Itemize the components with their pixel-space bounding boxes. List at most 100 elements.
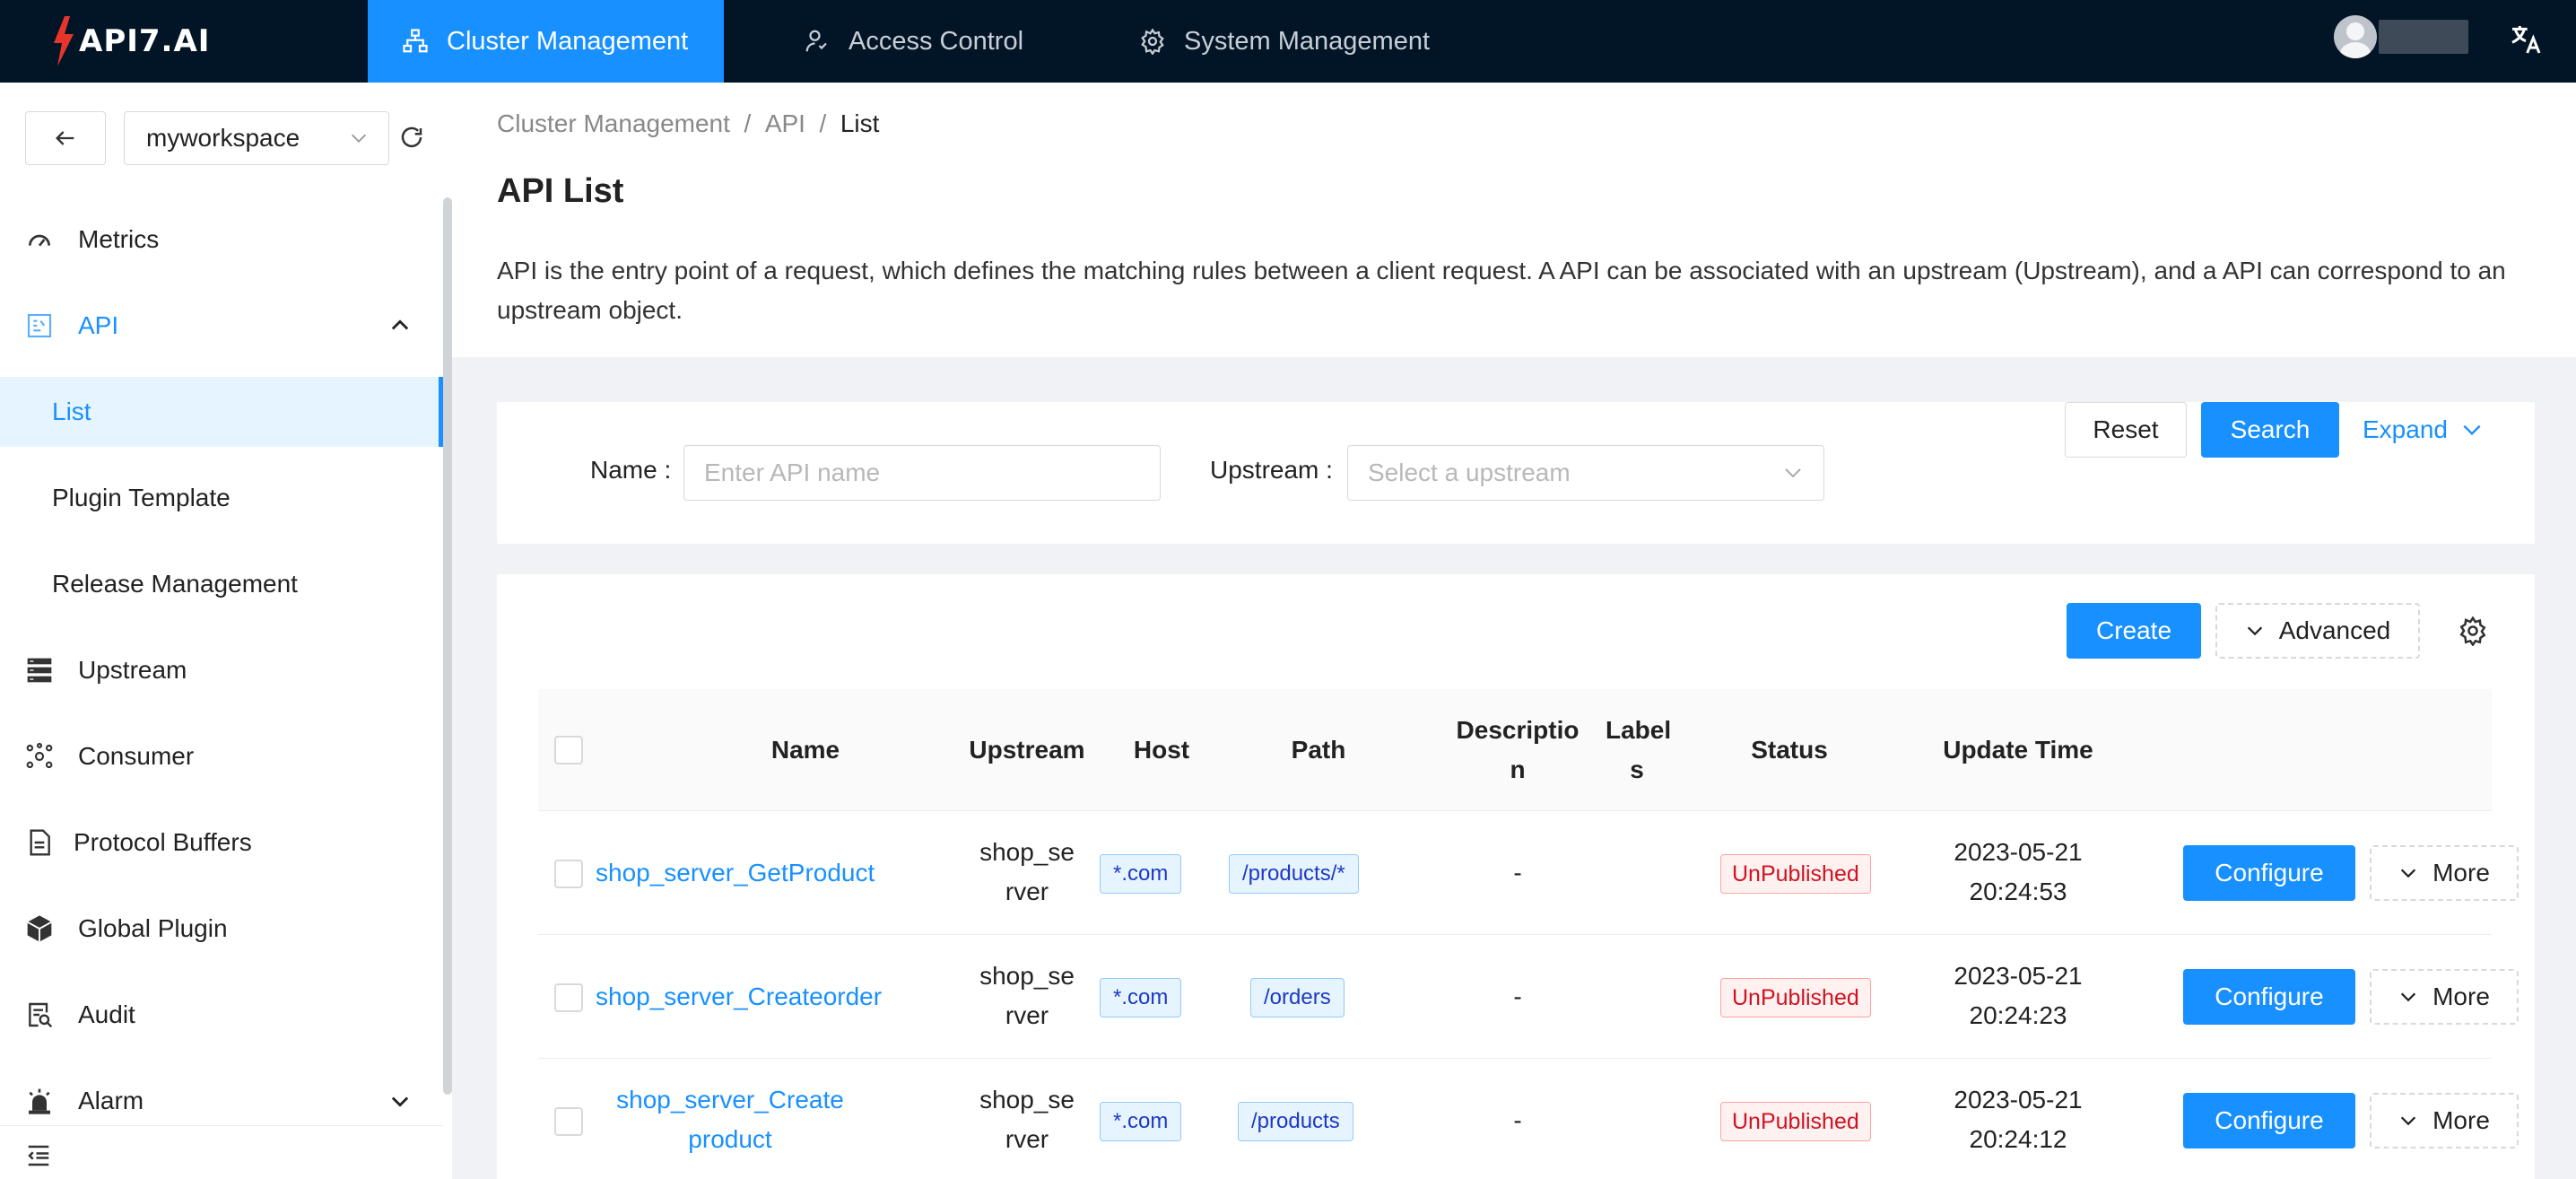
more-button[interactable]: More (2370, 845, 2519, 901)
sidebar-item-metrics[interactable]: Metrics (0, 205, 443, 275)
breadcrumb-item-api[interactable]: API (765, 109, 805, 138)
sidebar-item-protocol-buffers[interactable]: Protocol Buffers (0, 808, 443, 878)
sidebar-item-upstream[interactable]: Upstream (0, 635, 443, 705)
username-redacted[interactable] (2379, 20, 2468, 54)
tab-label: Cluster Management (447, 26, 689, 56)
back-button[interactable] (25, 111, 106, 165)
more-button[interactable]: More (2370, 969, 2519, 1025)
chevron-up-icon (391, 319, 409, 330)
breadcrumb-separator: / (729, 109, 765, 137)
file-icon (30, 829, 50, 856)
tab-cluster-management[interactable]: Cluster Management (368, 0, 724, 83)
search-button[interactable]: Search (2201, 402, 2339, 458)
top-navbar: API7.AI Cluster Management Access Contro… (0, 0, 2576, 83)
api-icon (27, 313, 52, 338)
api-name-link[interactable]: shop_server_GetProduct (596, 853, 875, 893)
api-name-link[interactable]: shop_server_Createorder (596, 977, 882, 1017)
sidebar-item-api[interactable]: API (0, 291, 443, 361)
column-header-host[interactable]: Host (1112, 730, 1211, 770)
name-input[interactable]: Enter API name (683, 445, 1161, 501)
workspace-select[interactable]: myworkspace (124, 111, 389, 165)
upstream-cell: shop_server (979, 962, 1075, 1029)
sidebar-item-label: Global Plugin (78, 914, 228, 942)
sidebar-item-label: API (78, 311, 119, 339)
configure-button[interactable]: Configure (2183, 969, 2355, 1025)
bolt-logo-icon (54, 16, 74, 66)
sidebar-item-global-plugin[interactable]: Global Plugin (0, 894, 443, 964)
upstream-label: Upstream : (1210, 456, 1333, 484)
update-time-cell: 2023-05-21 20:24:23 (1910, 956, 2126, 1035)
row-checkbox[interactable] (554, 983, 583, 1012)
collapse-menu-icon[interactable] (25, 1142, 52, 1169)
sidebar-item-label: Audit (78, 1000, 135, 1028)
more-label: More (2432, 1106, 2490, 1134)
expand-button[interactable]: Expand (2363, 402, 2542, 458)
audit-icon (29, 1002, 53, 1028)
more-label: More (2432, 982, 2490, 1010)
status-badge: UnPublished (1720, 978, 1871, 1017)
create-button[interactable]: Create (2067, 603, 2201, 659)
refresh-icon[interactable] (398, 124, 425, 151)
cluster-icon (403, 29, 428, 53)
tab-access-control[interactable]: Access Control (804, 0, 1023, 83)
filter-form: Name : Enter API name Upstream : Select … (497, 402, 2535, 544)
logo[interactable]: API7.AI (50, 13, 210, 70)
column-header-update-time[interactable]: Update Time (1910, 730, 2126, 770)
page-header: Cluster Management / API / List API List… (452, 83, 2576, 357)
configure-button[interactable]: Configure (2183, 1093, 2355, 1148)
advanced-button[interactable]: Advanced (2215, 603, 2420, 659)
chevron-down-icon (2400, 869, 2416, 878)
path-tag: /orders (1250, 978, 1345, 1017)
logo-text: API7.AI (79, 23, 211, 59)
breadcrumb-item-cluster-management[interactable]: Cluster Management (497, 109, 730, 138)
translate-icon[interactable] (2508, 22, 2544, 57)
chevron-down-icon (2463, 424, 2481, 436)
host-tag: *.com (1100, 1102, 1182, 1141)
more-button[interactable]: More (2370, 1093, 2519, 1148)
cube-icon (27, 915, 52, 942)
sidebar-item-list[interactable]: List (0, 377, 443, 447)
column-header-labels[interactable]: Label s (1606, 711, 1671, 790)
column-header-upstream[interactable]: Upstream (960, 730, 1094, 770)
sidebar-item-release-management[interactable]: Release Management (0, 549, 443, 619)
tab-label: Access Control (849, 26, 1024, 56)
row-checkbox[interactable] (554, 1107, 583, 1136)
update-date: 2023-05-21 (1954, 838, 2083, 866)
arrow-left-icon (56, 131, 74, 145)
column-header-status[interactable]: Status (1713, 730, 1866, 770)
table-row: shop_server_GetProduct shop_server *.com… (538, 811, 2519, 935)
expand-label: Expand (2363, 415, 2448, 443)
column-header-description[interactable]: Descriptio n (1455, 711, 1580, 790)
column-header-path[interactable]: Path (1229, 730, 1408, 770)
consumer-icon (26, 742, 53, 769)
sidebar-item-label: Protocol Buffers (74, 828, 252, 856)
configure-button[interactable]: Configure (2183, 845, 2355, 901)
update-time-cell: 2023-05-21 20:24:53 (1910, 833, 2126, 912)
avatar[interactable] (2334, 15, 2377, 58)
settings-gear-icon[interactable] (2458, 616, 2488, 646)
breadcrumb-separator: / (805, 109, 840, 137)
sidebar-item-label: Alarm (78, 1087, 144, 1114)
table-row: shop_server_Createorder shop_server *.co… (538, 935, 2519, 1059)
server-icon (27, 658, 52, 683)
gear-icon (1141, 28, 1164, 55)
reset-button[interactable]: Reset (2065, 402, 2187, 458)
sidebar-item-audit[interactable]: Audit (0, 980, 443, 1050)
select-all-checkbox[interactable] (554, 736, 583, 764)
sidebar-item-label: Plugin Template (52, 484, 231, 511)
tab-system-management[interactable]: System Management (1139, 0, 1430, 83)
sidebar-footer (0, 1125, 443, 1179)
update-time: 20:24:53 (1969, 878, 2067, 905)
sidebar-item-label: Metrics (78, 225, 160, 253)
column-header-name[interactable]: Name (671, 730, 940, 770)
description-cell: - (1513, 859, 1522, 886)
row-checkbox[interactable] (554, 860, 583, 888)
sidebar-item-consumer[interactable]: Consumer (0, 721, 443, 791)
alarm-icon (29, 1088, 50, 1114)
upstream-select[interactable]: Select a upstream (1347, 445, 1824, 501)
api-name-link[interactable]: shop_server_Createproduct (614, 1080, 847, 1159)
table-header: Name Upstream Host Path Descriptio n Lab… (538, 689, 2492, 811)
sidebar-scrollbar[interactable] (443, 197, 452, 1095)
sidebar-item-plugin-template[interactable]: Plugin Template (0, 463, 443, 533)
page-description: API is the entry point of a request, whi… (497, 257, 2506, 324)
